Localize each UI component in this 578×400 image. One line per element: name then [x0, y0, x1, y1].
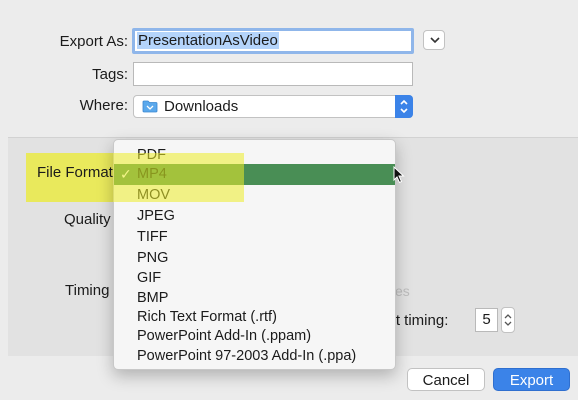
cancel-button[interactable]: Cancel — [407, 368, 485, 391]
menu-item-jpeg[interactable]: JPEG — [114, 206, 395, 227]
menu-item-label: JPEG — [137, 208, 175, 224]
tags-field[interactable] — [133, 62, 413, 86]
file-format-menu: PDF ✓ MP4 MOV JPEG TIFF PNG GIF BMP Rich… — [113, 139, 396, 370]
menu-item-png[interactable]: PNG — [114, 248, 395, 269]
menu-item-label: GIF — [137, 270, 162, 286]
menu-item-label: BMP — [137, 290, 169, 306]
where-label: Where: — [79, 97, 128, 114]
menu-item-label: PowerPoint 97-2003 Add-In (.ppa) — [137, 348, 357, 364]
export-button[interactable]: Export — [493, 368, 570, 391]
menu-item-mp4[interactable]: ✓ MP4 — [114, 164, 395, 185]
reset-timing-field[interactable]: 5 — [475, 308, 498, 332]
menu-item-label: MOV — [137, 187, 171, 203]
checkmark-icon: ✓ — [120, 166, 132, 182]
menu-item-label: PowerPoint Add-In (.ppam) — [137, 328, 312, 344]
menu-item-label: PNG — [137, 250, 169, 266]
menu-item-ppam[interactable]: PowerPoint Add-In (.ppam) — [114, 326, 395, 347]
menu-item-mov[interactable]: MOV — [114, 185, 395, 206]
menu-item-tiff[interactable]: TIFF — [114, 227, 395, 248]
where-value: Downloads — [164, 98, 239, 115]
file-format-label: File Format — [37, 164, 113, 181]
where-popup[interactable]: Downloads — [133, 95, 413, 118]
export-as-field[interactable]: PresentationAsVideo — [132, 28, 414, 54]
timing-label: Timing — [65, 282, 110, 299]
expand-dialog-button[interactable] — [423, 30, 445, 50]
menu-item-pdf[interactable]: PDF — [114, 145, 395, 166]
where-stepper[interactable] — [395, 95, 413, 118]
quality-label: Quality — [64, 211, 111, 228]
menu-item-label: TIFF — [137, 229, 168, 245]
menu-item-gif[interactable]: GIF — [114, 268, 395, 289]
export-as-value: PresentationAsVideo — [137, 32, 279, 49]
faded-option-text: es — [395, 283, 410, 299]
mouse-cursor-icon — [393, 166, 405, 184]
menu-item-label: Rich Text Format (.rtf) — [137, 309, 277, 325]
chevron-down-icon — [430, 37, 440, 44]
up-down-arrows-icon — [400, 99, 408, 114]
menu-item-rtf[interactable]: Rich Text Format (.rtf) — [114, 307, 395, 328]
up-down-arrows-icon — [504, 314, 512, 326]
menu-item-bmp[interactable]: BMP — [114, 288, 395, 309]
tags-label: Tags: — [92, 66, 128, 83]
menu-item-label: PDF — [137, 147, 166, 163]
reset-timing-stepper[interactable] — [501, 307, 515, 333]
folder-icon — [142, 100, 158, 113]
menu-item-ppa[interactable]: PowerPoint 97-2003 Add-In (.ppa) — [114, 346, 395, 367]
export-as-label: Export As: — [59, 33, 128, 50]
menu-item-label: MP4 — [137, 166, 167, 182]
